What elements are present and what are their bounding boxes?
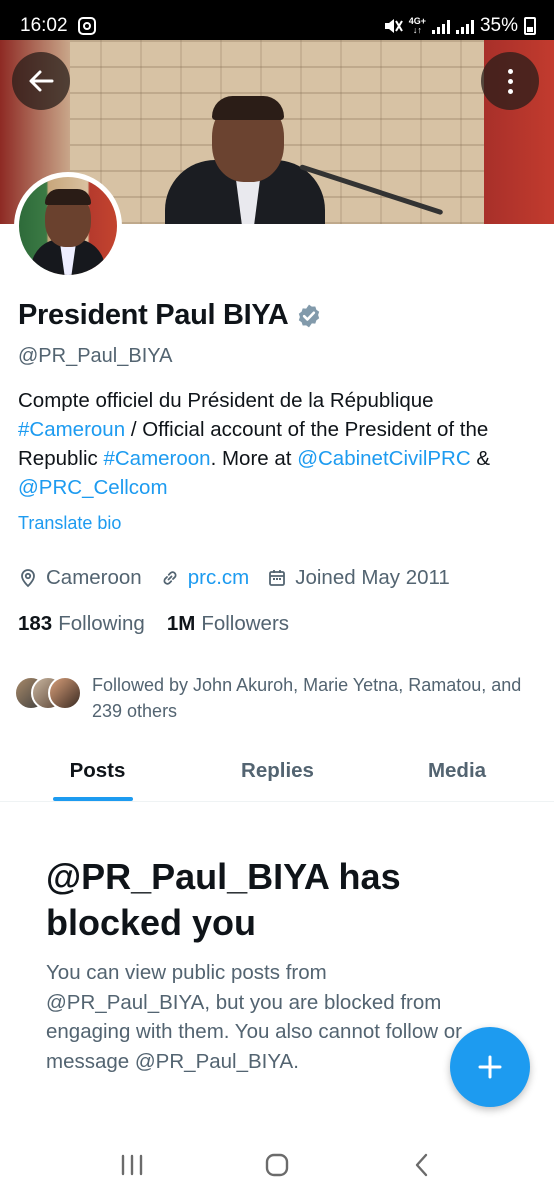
joined-text: Joined May 2011 bbox=[295, 566, 450, 589]
battery-percent: 35% bbox=[479, 15, 518, 36]
system-nav-bar bbox=[0, 1130, 554, 1200]
profile-meta: Cameroon prc.cm Joined May 2011 bbox=[18, 566, 468, 590]
profile-avatar[interactable] bbox=[14, 172, 122, 280]
profile-handle: @PR_Paul_BIYA bbox=[18, 345, 173, 367]
chevron-left-icon bbox=[415, 1153, 427, 1177]
instagram-icon bbox=[77, 17, 96, 35]
tab-label: Media bbox=[427, 758, 487, 782]
arrow-left-icon bbox=[29, 70, 54, 92]
more-vertical-icon bbox=[507, 68, 513, 94]
back-button[interactable] bbox=[12, 52, 70, 110]
profile-bio: Compte officiel du Président de la Répub… bbox=[18, 386, 538, 502]
mute-icon bbox=[384, 19, 403, 33]
joined-item: Joined May 2011 bbox=[267, 566, 450, 590]
blocked-title: @PR_Paul_BIYA has blocked you bbox=[46, 856, 401, 943]
tab-posts[interactable]: Posts bbox=[0, 740, 195, 801]
website-item[interactable]: prc.cm bbox=[160, 566, 250, 590]
tab-label: Posts bbox=[69, 758, 126, 782]
followers-count: 1M bbox=[166, 612, 196, 635]
location-text: Cameroon bbox=[46, 566, 142, 589]
tab-label: Replies bbox=[241, 758, 314, 782]
back-nav-button[interactable] bbox=[397, 1145, 447, 1185]
hashtag-link[interactable]: #Cameroon bbox=[103, 447, 210, 470]
bio-text: . More at bbox=[210, 447, 298, 470]
translate-bio-link[interactable]: Translate bio bbox=[18, 513, 121, 534]
calendar-icon bbox=[269, 570, 286, 586]
mention-link[interactable]: @CabinetCivilPRC bbox=[297, 447, 470, 470]
verified-badge-icon[interactable] bbox=[296, 303, 322, 329]
battery-icon bbox=[524, 17, 536, 35]
bio-text: & bbox=[470, 447, 491, 470]
followers-label: Followers bbox=[201, 612, 290, 635]
followed-by-text: Followed by John Akuroh, Marie Yetna, Ra… bbox=[92, 675, 522, 721]
signal-icon bbox=[431, 18, 450, 34]
recent-apps-button[interactable] bbox=[107, 1145, 157, 1185]
bio-text: Compte officiel du Président de la Répub… bbox=[18, 389, 434, 412]
following-label: Following bbox=[58, 612, 145, 635]
tab-media[interactable]: Media bbox=[360, 740, 554, 801]
hashtag-link[interactable]: #Cameroun bbox=[18, 418, 125, 441]
followers-stat[interactable]: 1M Followers bbox=[167, 612, 289, 636]
link-icon bbox=[163, 571, 177, 585]
location-item: Cameroon bbox=[18, 566, 142, 590]
more-options-button[interactable] bbox=[481, 52, 539, 110]
followed-by[interactable]: Followed by John Akuroh, Marie Yetna, Ra… bbox=[14, 672, 532, 724]
profile-tabs: Posts Replies Media bbox=[0, 740, 554, 802]
mention-link[interactable]: @PRC_Cellcom bbox=[18, 476, 168, 499]
home-button[interactable] bbox=[252, 1145, 302, 1185]
plus-icon bbox=[478, 1055, 502, 1079]
website-link[interactable]: prc.cm bbox=[188, 566, 250, 590]
recent-apps-icon bbox=[122, 1154, 143, 1176]
tab-active-indicator bbox=[53, 797, 133, 801]
status-time: 16:02 bbox=[20, 15, 68, 36]
following-stat[interactable]: 183 Following bbox=[18, 612, 145, 636]
profile-name-row: President Paul BIYA bbox=[18, 299, 322, 332]
follower-avatars bbox=[14, 676, 82, 712]
home-icon bbox=[265, 1153, 289, 1177]
profile-name: President Paul BIYA bbox=[18, 299, 289, 331]
blocked-body: You can view public posts from @PR_Paul_… bbox=[46, 961, 462, 1073]
signal-icon-2 bbox=[455, 18, 474, 34]
location-pin-icon bbox=[21, 569, 35, 588]
avatar bbox=[48, 676, 82, 710]
following-count: 183 bbox=[18, 612, 53, 635]
network-indicator: 4G+ ↓↑ bbox=[408, 16, 426, 35]
tab-replies[interactable]: Replies bbox=[195, 740, 360, 801]
profile-stats: 183 Following 1M Followers bbox=[18, 612, 311, 636]
compose-button[interactable] bbox=[450, 1027, 530, 1107]
